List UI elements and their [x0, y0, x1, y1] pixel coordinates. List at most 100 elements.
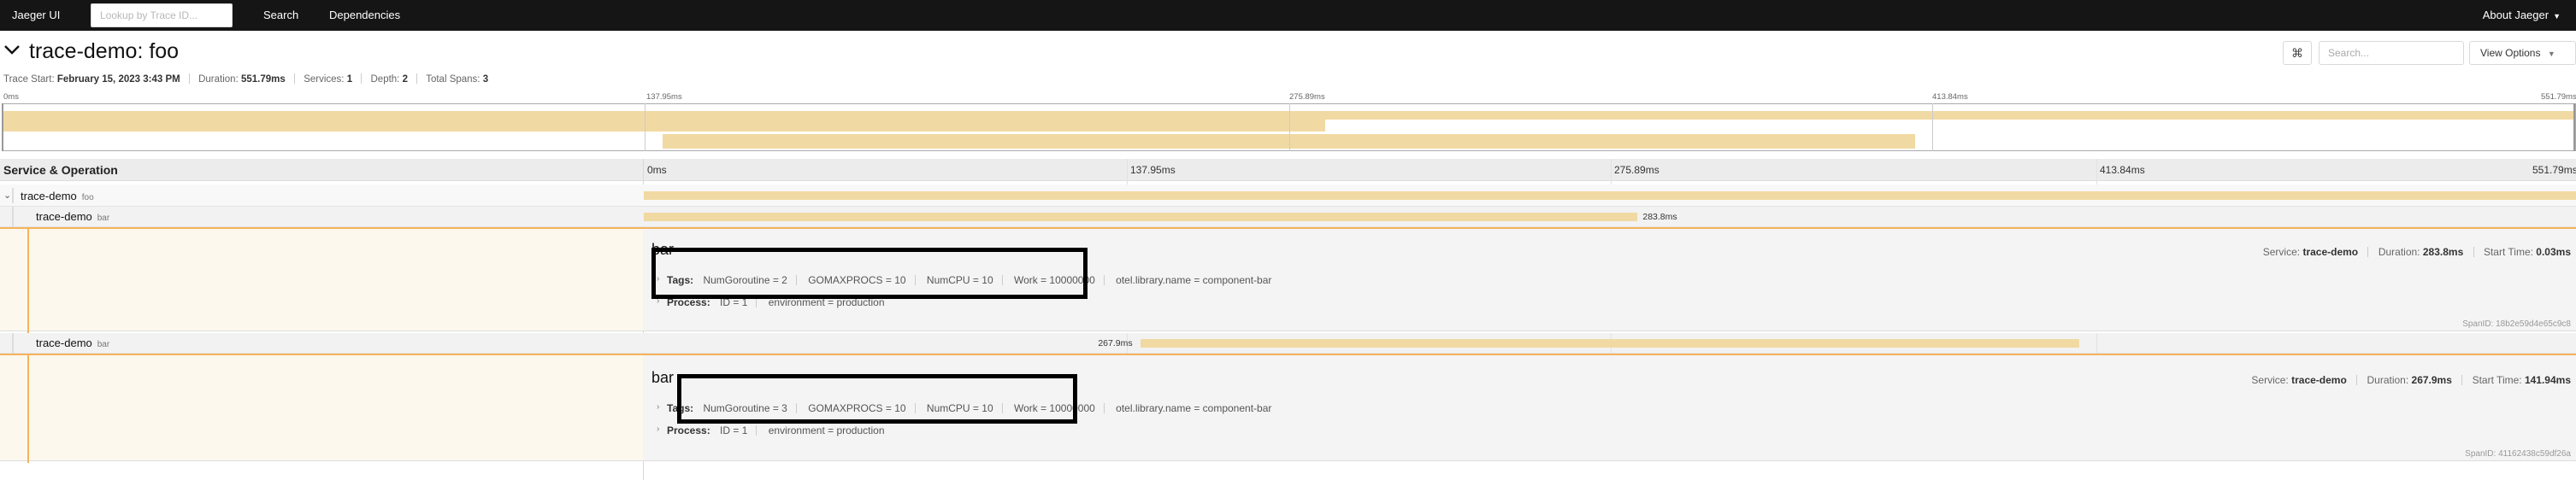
minimap-gap	[1325, 120, 2575, 132]
timeline-tick: 0ms	[647, 164, 667, 176]
process-item: ID = 1	[720, 424, 748, 436]
span-row[interactable]: trace-demo bar 283.8ms	[0, 207, 2576, 227]
chevron-right-icon[interactable]: ›	[657, 402, 659, 412]
minimap-gridline	[1932, 103, 1933, 151]
services-label: Services:	[304, 74, 345, 85]
span-name[interactable]: trace-demo foo	[21, 190, 94, 202]
annotation-highlight-box	[677, 374, 1077, 424]
start-time-label: Start Time:	[2483, 246, 2533, 258]
nav-search-link[interactable]: Search	[263, 9, 298, 21]
chevron-down-icon: ▼	[2553, 12, 2561, 20]
trace-search-input[interactable]	[2319, 41, 2464, 65]
divider	[188, 73, 190, 84]
start-time-value: 141.94ms	[2524, 374, 2571, 386]
span-id: SpanID: 41162438c59df26a	[2465, 449, 2571, 459]
tag-item: otel.library.name = component-bar	[1116, 274, 1272, 286]
trace-meta: Trace Start: February 15, 2023 3:43 PM D…	[3, 73, 488, 85]
process-row[interactable]: Process: ID = 1 environment = production	[667, 424, 885, 436]
minimap-tick: 413.84ms	[1932, 92, 1968, 102]
divider	[2473, 247, 2474, 257]
about-jaeger-menu[interactable]: About Jaeger ▼	[2483, 9, 2561, 21]
span-id-label: SpanID:	[2462, 319, 2494, 329]
minimap-tick: 551.79ms	[2541, 92, 2576, 102]
span-detail: bar Service: trace-demo Duration: 267.9m…	[0, 354, 2576, 463]
span-bar[interactable]	[644, 213, 1638, 221]
span-service: trace-demo	[21, 190, 77, 202]
span-name[interactable]: trace-demo bar	[36, 210, 109, 223]
service-value: trace-demo	[2291, 374, 2347, 386]
view-options-dropdown[interactable]: View Options ▼	[2469, 41, 2576, 65]
gridline	[2096, 333, 2097, 354]
process-label: Process:	[667, 424, 710, 436]
minimap-right-handle[interactable]	[2573, 103, 2575, 151]
services-value: 1	[346, 74, 353, 85]
minimap-tick: 275.89ms	[1289, 92, 1325, 102]
timeline-tick: 551.79ms	[2532, 164, 2576, 176]
tree-guide	[12, 188, 14, 203]
timeline-header	[0, 159, 2576, 181]
tree-guide	[12, 333, 14, 354]
divider	[2461, 375, 2463, 385]
selected-indicator	[27, 355, 29, 463]
brand-link[interactable]: Jaeger UI	[12, 9, 60, 21]
span-duration-label: 283.8ms	[1642, 212, 1677, 222]
chevron-down-icon: ▼	[2547, 50, 2555, 58]
timeline-tick: 137.95ms	[1130, 164, 1176, 176]
span-row[interactable]: trace-demo bar 267.9ms	[0, 333, 2576, 354]
span-id-value: 18b2e59d4e65c9c8	[2496, 319, 2571, 329]
trace-id-lookup-input[interactable]	[91, 3, 233, 27]
service-value: trace-demo	[2302, 246, 2359, 258]
span-operation: bar	[97, 340, 110, 349]
span-detail: bar Service: trace-demo Duration: 283.8m…	[0, 227, 2576, 333]
view-options-label: View Options	[2480, 47, 2541, 59]
span-service: trace-demo	[36, 210, 92, 223]
divider	[756, 425, 757, 436]
minimap-tick: 0ms	[3, 92, 19, 102]
selected-indicator	[27, 229, 29, 333]
start-time-label: Start Time:	[2472, 374, 2522, 386]
collapse-chevron-icon[interactable]	[3, 41, 21, 58]
span-row[interactable]: ⌄ trace-demo foo	[0, 184, 2576, 207]
tag-item: otel.library.name = component-bar	[1116, 402, 1272, 414]
minimap-gridline	[1289, 103, 1290, 151]
span-name[interactable]: trace-demo bar	[36, 337, 109, 349]
span-detail-gutter	[0, 355, 643, 460]
span-detail-summary: Service: trace-demo Duration: 283.8ms St…	[2263, 246, 2571, 258]
service-label: Service:	[2262, 246, 2301, 258]
minimap-left-handle[interactable]	[2, 103, 3, 151]
span-operation: foo	[81, 193, 94, 202]
annotation-highlight-box	[651, 248, 1088, 299]
divider	[2367, 247, 2369, 257]
duration-value: 267.9ms	[2411, 374, 2452, 386]
duration-label: Duration:	[2367, 374, 2409, 386]
span-bar[interactable]	[644, 191, 2576, 200]
depth-value: 2	[402, 74, 408, 85]
duration-label: Duration:	[2378, 246, 2420, 258]
span-detail-gutter	[0, 229, 643, 331]
process-item: environment = production	[768, 424, 885, 436]
minimap-tick: 137.95ms	[646, 92, 682, 102]
chevron-down-icon[interactable]: ⌄	[3, 190, 11, 201]
service-label: Service:	[2251, 374, 2289, 386]
timeline-tick: 413.84ms	[2100, 164, 2145, 176]
nav-dependencies-link[interactable]: Dependencies	[329, 9, 400, 21]
trace-title: trace-demo: foo	[29, 39, 180, 63]
divider	[416, 73, 418, 84]
span-bar[interactable]	[1141, 339, 2079, 348]
timeline-tick: 275.89ms	[1614, 164, 1659, 176]
chevron-right-icon[interactable]: ›	[657, 424, 659, 434]
trace-start-value: February 15, 2023 3:43 PM	[56, 74, 180, 85]
start-time-value: 0.03ms	[2536, 246, 2571, 258]
span-detail-title: bar	[651, 369, 675, 386]
duration-label: Duration:	[198, 74, 239, 85]
total-spans-label: Total Spans:	[426, 74, 480, 85]
span-id: SpanID: 18b2e59d4e65c9c8	[2462, 319, 2571, 329]
span-detail-summary: Service: trace-demo Duration: 267.9ms St…	[2251, 374, 2571, 386]
keyboard-shortcuts-button[interactable]: ⌘	[2283, 41, 2312, 65]
duration-value: 283.8ms	[2422, 246, 2464, 258]
depth-label: Depth:	[370, 74, 400, 85]
divider	[2356, 375, 2358, 385]
span-operation: bar	[97, 214, 110, 223]
divider	[361, 73, 363, 84]
divider	[1103, 403, 1105, 413]
